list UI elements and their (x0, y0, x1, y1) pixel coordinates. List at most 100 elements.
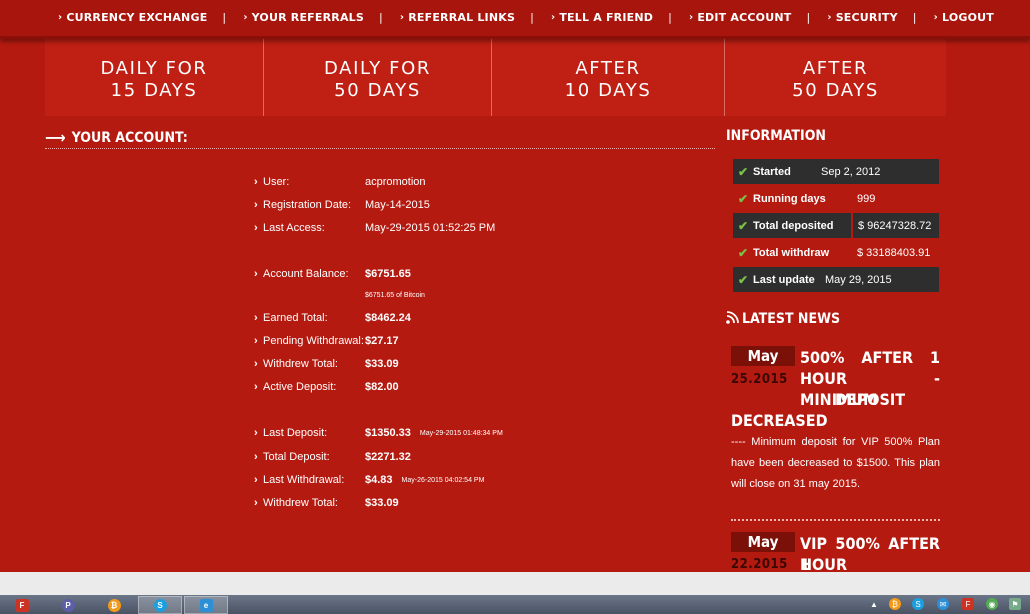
nav-separator: | (379, 11, 383, 24)
tray-bitcoin-icon[interactable]: ₿ (889, 598, 901, 610)
chevron-right-icon: › (254, 427, 258, 439)
plan-box: AFTER 50 DAYS (725, 38, 946, 116)
plan-line-1: DAILY FOR (324, 58, 431, 79)
nav-item-edit-account[interactable]: › EDIT ACCOUNT | (689, 11, 827, 24)
tray-network-icon[interactable]: ◉ (986, 598, 998, 610)
chevron-right-icon: › (254, 474, 258, 486)
nav-separator: | (222, 11, 227, 24)
chevron-right-icon: › (827, 12, 832, 23)
tray-flag-icon[interactable]: ⚑ (1009, 598, 1021, 610)
account-row-active-deposit: › Active Deposit: $82.00 (254, 381, 399, 393)
account-row-withdrew-total-2: › Withdrew Total: $33.09 (254, 497, 399, 509)
nav-item-security[interactable]: › SECURITY | (827, 11, 933, 24)
taskbar-app-browser[interactable]: e (184, 596, 228, 614)
plan-line-1: AFTER (802, 58, 869, 79)
chevron-right-icon: › (254, 312, 258, 324)
taskbar-app-skype[interactable]: S (138, 596, 182, 614)
info-row-last-update: ✔ Last update May 29, 2015 (733, 267, 939, 292)
news-date-day: 25.2015 (731, 372, 788, 387)
p-app-icon: P (61, 598, 75, 612)
account-row-registration-date: › Registration Date: May-14-2015 (254, 199, 430, 211)
nav-separator: | (530, 11, 535, 24)
plan-summary-strip: DAILY FOR 15 DAYS DAILY FOR 50 DAYS AFTE… (45, 38, 946, 116)
plan-box: DAILY FOR 50 DAYS (264, 38, 492, 116)
chevron-right-icon: › (254, 222, 258, 234)
tray-skype-icon[interactable]: S (912, 598, 924, 610)
nav-item-currency-exchange[interactable]: › CURRENCY EXCHANGE | (58, 11, 243, 24)
news-headline-line[interactable]: DECREASED (731, 410, 828, 431)
rss-icon (726, 311, 739, 327)
check-icon: ✔ (737, 245, 749, 260)
nav-separator: | (668, 11, 672, 24)
chevron-right-icon: › (58, 12, 63, 23)
plan-line-1: DAILY FOR (100, 58, 208, 79)
news-body: ---- Minimum deposit for VIP 500% Plan h… (731, 436, 940, 490)
taskbar-app-p[interactable]: P (46, 596, 90, 614)
account-row-pending-withdrawal: › Pending Withdrawal: $27.17 (254, 335, 399, 347)
news-date-month: May (731, 346, 795, 366)
browser-status-strip (0, 572, 1030, 595)
plan-line-2: 50 DAYS (334, 80, 421, 101)
news-date-month: May (731, 532, 795, 552)
account-row-withdrew-total: › Withdrew Total: $33.09 (254, 358, 399, 370)
chevron-right-icon: › (254, 335, 258, 347)
nav-item-logout[interactable]: › LOGOUT (934, 11, 994, 24)
chevron-right-icon: › (254, 199, 258, 211)
skype-icon: S (153, 598, 167, 612)
plan-line-2: 50 DAYS (792, 80, 879, 101)
info-row-running-days: ✔ Running days 999 (733, 186, 939, 211)
nav-item-your-referrals[interactable]: › YOUR REFERRALS | (243, 11, 400, 24)
taskbar-app-filezilla[interactable]: F (0, 596, 44, 614)
account-row-total-deposit: › Total Deposit: $2271.32 (254, 451, 411, 463)
info-row-total-withdraw: ✔ Total withdraw $ 33188403.91 (733, 240, 939, 265)
arrow-right-icon: ⟶ (45, 128, 66, 147)
check-icon: ✔ (737, 164, 749, 179)
chevron-right-icon: › (254, 176, 258, 188)
chevron-right-icon: › (254, 381, 258, 393)
balance-bitcoin-note: $6751.65 of Bitcoin (365, 292, 425, 299)
info-row-started: ✔ Started Sep 2, 2012 (733, 159, 939, 184)
tray-filezilla-icon[interactable]: F (962, 598, 974, 610)
account-row-last-withdrawal: › Last Withdrawal: $4.83 May-26-2015 04:02:… (254, 474, 485, 486)
tray-chat-icon[interactable]: ✉ (937, 598, 949, 610)
news-date-day: 22.2015 (731, 557, 788, 572)
chevron-right-icon: › (254, 358, 258, 370)
chevron-right-icon: › (254, 451, 258, 463)
plan-line-2: 10 DAYS (564, 80, 652, 101)
browser-icon: e (199, 598, 213, 612)
tray-arrow-icon[interactable]: ▲ (868, 598, 880, 610)
chevron-right-icon: › (399, 12, 405, 23)
news-headline-line[interactable]: 500% AFTER 1 (800, 347, 940, 368)
top-navigation: › CURRENCY EXCHANGE | › YOUR REFERRALS | › RE… (0, 0, 1030, 39)
bitcoin-icon: ₿ (107, 598, 121, 612)
nav-item-tell-a-friend[interactable]: › TELL A FRIEND | (551, 11, 689, 24)
taskbar-app-bitcoin[interactable]: ₿ (92, 596, 136, 614)
nav-item-referral-links[interactable]: › REFERRAL LINKS | (400, 11, 551, 24)
information-heading: INFORMATION (726, 128, 826, 144)
plan-box: AFTER 10 DAYS (492, 38, 725, 116)
account-row-last-deposit: › Last Deposit: $1350.33 May-29-2015 01:48:… (254, 427, 503, 439)
check-icon: ✔ (737, 272, 749, 287)
account-row-last-access: › Last Access: May-29-2015 01:52:25 PM (254, 222, 496, 234)
chevron-right-icon: › (243, 12, 248, 23)
filezilla-icon: F (15, 598, 29, 612)
chevron-right-icon: › (689, 12, 694, 23)
news-headline-line[interactable]: HOUR (800, 554, 847, 572)
chevron-right-icon: › (933, 12, 938, 23)
nav-separator: | (912, 11, 917, 24)
divider (731, 519, 940, 521)
account-row-user: › User: acpromotion (254, 176, 426, 188)
plan-box: DAILY FOR 15 DAYS (45, 38, 264, 116)
check-icon: ✔ (737, 218, 749, 233)
info-row-total-deposited: ✔ Total deposited $ 96247328.72 (733, 213, 939, 238)
news-headline-line[interactable]: DEPOSIT (800, 389, 940, 410)
nav-separator: | (806, 11, 811, 24)
check-icon: ✔ (737, 191, 749, 206)
divider (45, 148, 715, 149)
latest-news-heading: LATEST NEWS (726, 311, 840, 327)
account-row-balance: › Account Balance: $6751.65 (254, 268, 411, 280)
chevron-right-icon: › (254, 268, 258, 280)
os-taskbar: F P ₿ S e ▲ ₿ S ✉ F ◉ ⚑ (0, 595, 1030, 614)
chevron-right-icon: › (254, 497, 258, 509)
plan-line-2: 15 DAYS (110, 80, 198, 101)
